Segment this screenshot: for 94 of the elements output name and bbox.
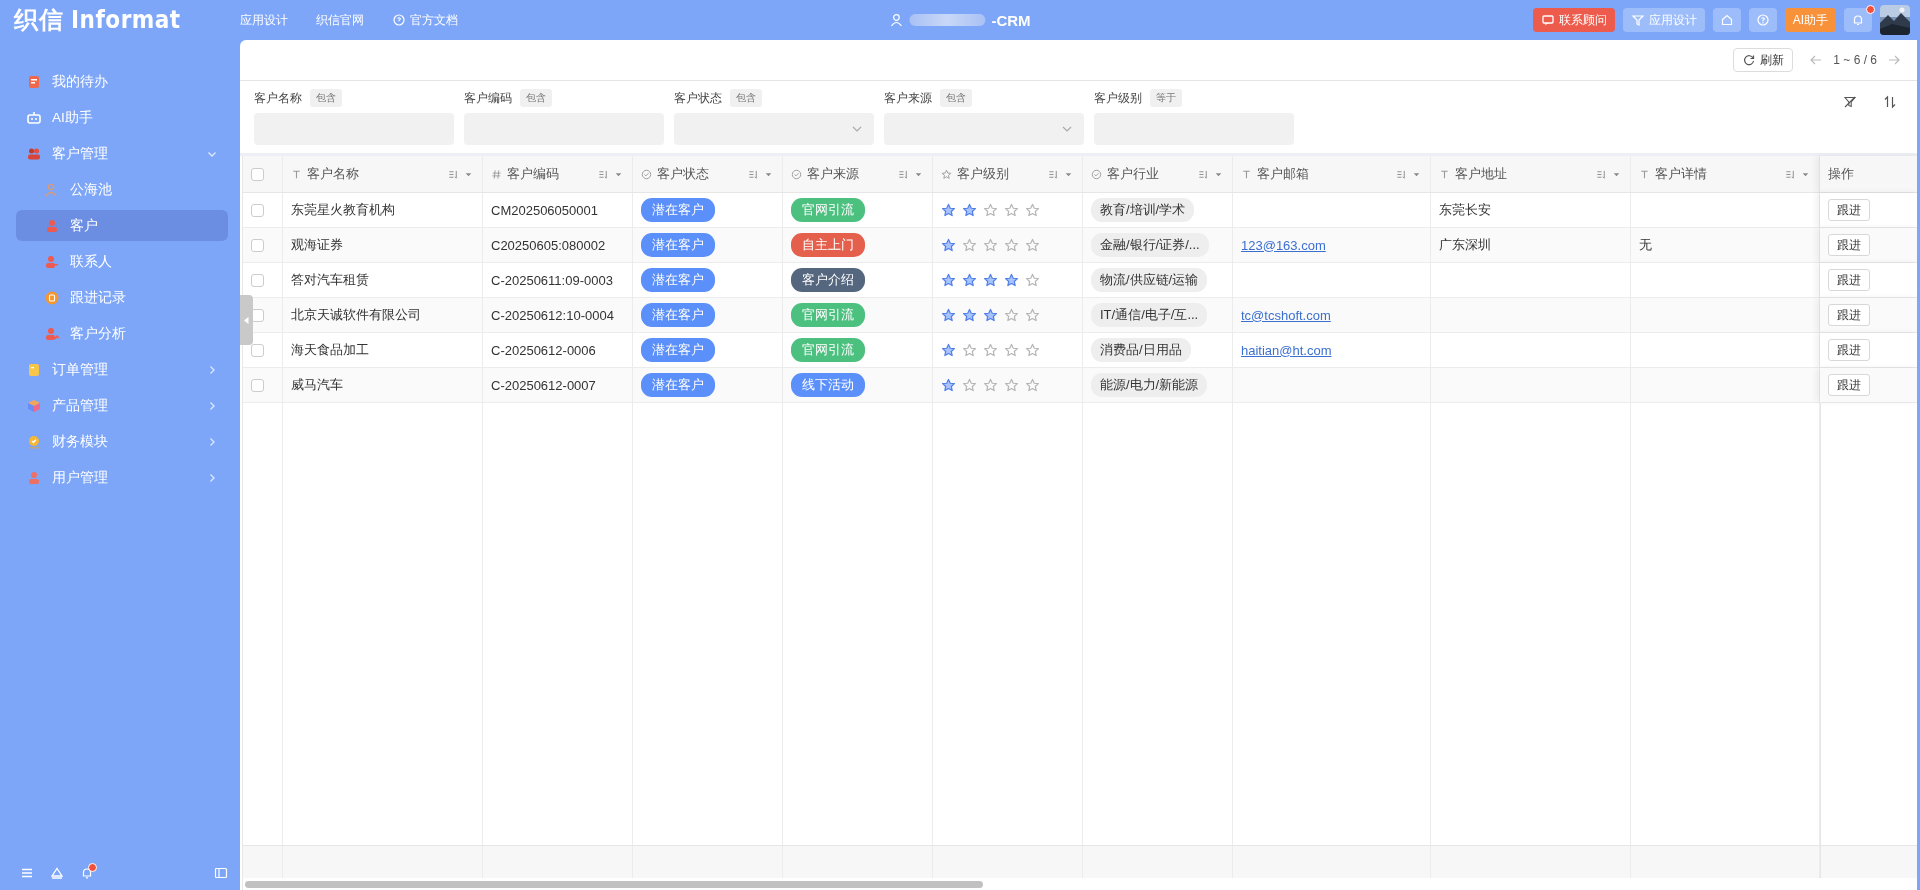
sidebar-item[interactable]: 跟进记录 bbox=[16, 282, 228, 313]
filter-label: 客户级别 bbox=[1094, 89, 1142, 107]
source-tag: 官网引流 bbox=[791, 338, 865, 362]
operator-tag[interactable]: 包含 bbox=[730, 89, 762, 107]
table-cell: C20250605:080002 bbox=[491, 237, 606, 253]
source-tag: 客户介绍 bbox=[791, 268, 865, 292]
contact-advisor-button[interactable]: 联系顾问 bbox=[1532, 8, 1615, 32]
status-tag: 潜在客户 bbox=[641, 268, 715, 292]
page-range: 1 ~ 6 / 6 bbox=[1833, 53, 1877, 67]
sidebar-item[interactable]: 客户分析 bbox=[16, 318, 228, 349]
filter-label: 客户名称 bbox=[254, 89, 302, 107]
table-cell: 答对汽车租赁 bbox=[291, 271, 369, 289]
column-header[interactable]: 客户地址 bbox=[1431, 156, 1631, 192]
nav-link[interactable]: 应用设计 bbox=[240, 11, 288, 29]
ai-assistant-button[interactable]: AI助手 bbox=[1784, 8, 1836, 32]
sidebar-label: 我的待办 bbox=[52, 72, 108, 91]
sidebar-label: 用户管理 bbox=[52, 468, 108, 487]
sidebar-label: 公海池 bbox=[70, 180, 112, 199]
filter-label: 客户来源 bbox=[884, 89, 932, 107]
sidebar-item[interactable]: 产品管理 bbox=[16, 390, 228, 421]
follow-up-button[interactable]: 跟进 bbox=[1828, 234, 1870, 256]
refresh-button[interactable]: 刷新 bbox=[1733, 48, 1794, 72]
industry-chip: 消费品/日用品 bbox=[1091, 338, 1191, 362]
column-header[interactable]: 客户邮箱 bbox=[1233, 156, 1431, 192]
column-header[interactable]: 客户名称 bbox=[283, 156, 483, 192]
column-header[interactable]: 客户行业 bbox=[1083, 156, 1233, 192]
email-link[interactable]: haitian@ht.com bbox=[1241, 342, 1332, 358]
table-cell: C-20250612-0006 bbox=[491, 342, 596, 358]
source-tag: 官网引流 bbox=[791, 198, 865, 222]
sidebar-item[interactable]: 我的待办 bbox=[16, 66, 228, 97]
sidebar-label: 跟进记录 bbox=[70, 288, 126, 307]
sidebar-item[interactable]: 财务模块 bbox=[16, 426, 228, 457]
sidebar-item[interactable]: AI助手 bbox=[16, 102, 228, 133]
sidebar-item[interactable]: 联系人 bbox=[16, 246, 228, 277]
follow-up-button[interactable]: 跟进 bbox=[1828, 269, 1870, 291]
email-link[interactable]: tc@tcshoft.com bbox=[1241, 307, 1331, 323]
operator-tag[interactable]: 包含 bbox=[310, 89, 342, 107]
table-cell: C-20250612:10-0004 bbox=[491, 307, 614, 323]
operator-tag[interactable]: 等于 bbox=[1150, 89, 1182, 107]
sidebar-label: AI助手 bbox=[52, 108, 93, 127]
industry-chip: IT/通信/电子/互... bbox=[1091, 303, 1208, 327]
nav-link[interactable]: 织信官网 bbox=[316, 11, 364, 29]
table-cell: 东莞星火教育机构 bbox=[291, 201, 395, 219]
email-link[interactable]: 123@163.com bbox=[1241, 237, 1326, 253]
table-cell: C-20250611:09-0003 bbox=[491, 272, 613, 288]
table-cell: C-20250612-0007 bbox=[491, 377, 596, 393]
follow-up-button[interactable]: 跟进 bbox=[1828, 199, 1870, 221]
sidebar-label: 客户分析 bbox=[70, 324, 126, 343]
column-header[interactable]: 客户来源 bbox=[783, 156, 933, 192]
table-cell: 北京天诚软件有限公司 bbox=[291, 306, 421, 324]
source-tag: 官网引流 bbox=[791, 303, 865, 327]
table-cell: 无 bbox=[1639, 236, 1652, 254]
source-tag: 线下活动 bbox=[791, 373, 865, 397]
sidebar-label: 产品管理 bbox=[52, 396, 108, 415]
operator-tag[interactable]: 包含 bbox=[940, 89, 972, 107]
logo[interactable]: 织信 Informat bbox=[0, 4, 240, 36]
sidebar-label: 客户管理 bbox=[52, 144, 108, 163]
industry-chip: 金融/银行/证券/... bbox=[1091, 233, 1209, 257]
column-header: 操作 bbox=[1828, 165, 1854, 183]
industry-chip: 教育/培训/学术 bbox=[1091, 198, 1195, 222]
status-tag: 潜在客户 bbox=[641, 373, 715, 397]
industry-chip: 物流/供应链/运输 bbox=[1091, 268, 1208, 292]
table-cell: 威马汽车 bbox=[291, 376, 343, 394]
sidebar-item[interactable]: 公海池 bbox=[16, 174, 228, 205]
table-cell: CM202506050001 bbox=[491, 202, 598, 218]
sidebar-label: 财务模块 bbox=[52, 432, 108, 451]
status-tag: 潜在客户 bbox=[641, 198, 715, 222]
table-cell: 观海证券 bbox=[291, 236, 343, 254]
filter-label: 客户状态 bbox=[674, 89, 722, 107]
industry-chip: 能源/电力/新能源 bbox=[1091, 373, 1208, 397]
column-header[interactable]: 客户级别 bbox=[933, 156, 1083, 192]
column-header[interactable]: 客户编码 bbox=[483, 156, 633, 192]
filter-label: 客户编码 bbox=[464, 89, 512, 107]
follow-up-button[interactable]: 跟进 bbox=[1828, 339, 1870, 361]
table-cell: 东莞长安 bbox=[1439, 201, 1491, 219]
operator-tag[interactable]: 包含 bbox=[520, 89, 552, 107]
sidebar-item[interactable]: 用户管理 bbox=[16, 462, 228, 493]
app-title: -CRM bbox=[991, 11, 1031, 29]
status-tag: 潜在客户 bbox=[641, 233, 715, 257]
table-cell: 海天食品加工 bbox=[291, 341, 369, 359]
sidebar-item[interactable]: 订单管理 bbox=[16, 354, 228, 385]
column-header[interactable]: 客户状态 bbox=[633, 156, 783, 192]
status-tag: 潜在客户 bbox=[641, 338, 715, 362]
sidebar-label: 订单管理 bbox=[52, 360, 108, 379]
sidebar-label: 联系人 bbox=[70, 252, 112, 271]
sidebar-item[interactable]: 客户 bbox=[16, 210, 228, 241]
nav-link[interactable]: 官方文档 bbox=[392, 11, 458, 29]
follow-up-button[interactable]: 跟进 bbox=[1828, 374, 1870, 396]
source-tag: 自主上门 bbox=[791, 233, 865, 257]
status-tag: 潜在客户 bbox=[641, 303, 715, 327]
table-cell: 广东深圳 bbox=[1439, 236, 1491, 254]
sidebar-item[interactable]: 客户管理 bbox=[16, 138, 228, 169]
sidebar-label: 客户 bbox=[70, 216, 98, 235]
follow-up-button[interactable]: 跟进 bbox=[1828, 304, 1870, 326]
